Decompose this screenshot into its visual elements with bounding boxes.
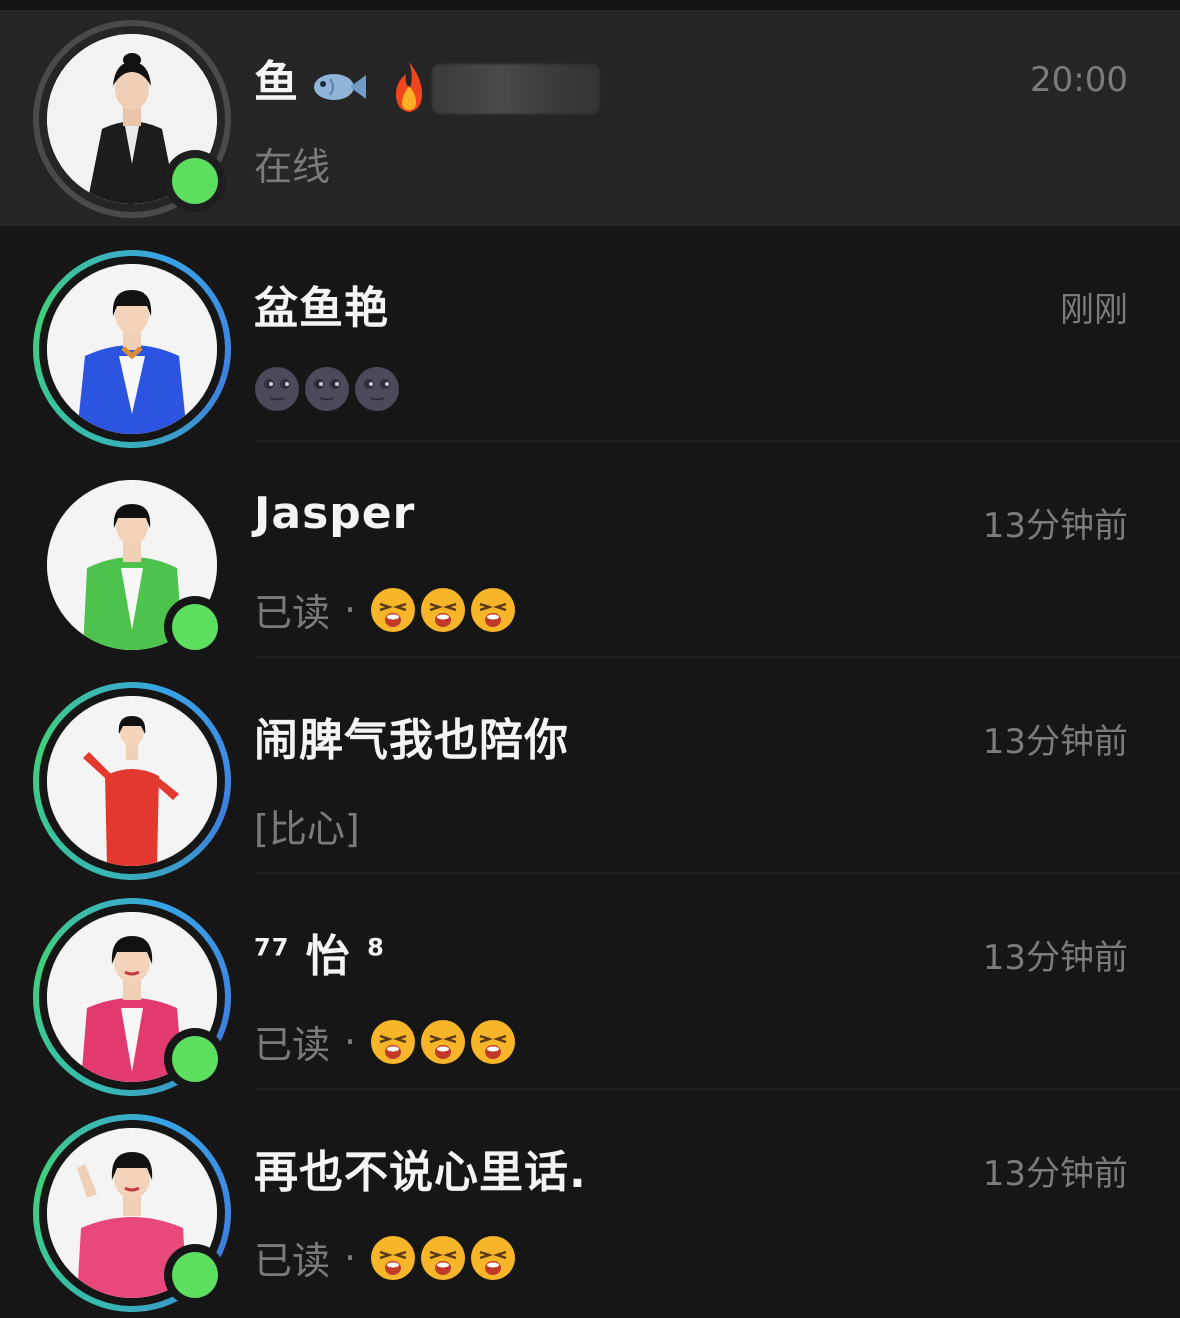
tired-face-emoji [371, 1019, 416, 1064]
tired-face-emoji [371, 587, 416, 632]
timestamp: 刚刚 [1060, 290, 1128, 330]
last-message: 已读 · [254, 1230, 520, 1285]
last-message [254, 366, 404, 412]
timestamp: 13分钟前 [982, 506, 1128, 546]
online-indicator [164, 1028, 226, 1090]
chat-row[interactable]: 盆鱼艳 刚刚 [0, 226, 1180, 448]
online-indicator [164, 1244, 226, 1306]
last-message: 在线 [254, 145, 331, 189]
fire-icon [396, 62, 422, 112]
read-status: 已读 [254, 591, 331, 635]
contact-name: 再也不说心里话. [254, 1147, 587, 1198]
chat-row[interactable]: 77 怡 8 13分钟前 已读 · [0, 874, 1180, 1096]
tired-face-emoji [421, 1235, 466, 1280]
timestamp: 13分钟前 [982, 722, 1128, 762]
new-moon-face-emoji [305, 367, 349, 411]
avatar[interactable] [33, 682, 231, 880]
name-superscript: 8 [367, 933, 385, 962]
tired-face-emoji [371, 1235, 416, 1280]
chat-list: 鱼 20:00 在线 盆鱼艳 刚刚 Jasper 13分钟前 已读 · 闹脾气我… [0, 10, 1180, 1312]
contact-name: 闹脾气我也陪你 [254, 715, 569, 766]
contact-name: 盆鱼艳 [254, 283, 389, 334]
tired-face-emoji [471, 587, 516, 632]
avatar[interactable] [33, 1114, 231, 1312]
tired-face-emoji [421, 1019, 466, 1064]
tired-face-emoji [471, 1235, 516, 1280]
avatar[interactable] [33, 466, 231, 664]
avatar[interactable] [33, 898, 231, 1096]
tired-face-emoji [471, 1019, 516, 1064]
online-indicator [164, 596, 226, 658]
timestamp: 13分钟前 [982, 1154, 1128, 1194]
top-strip [0, 0, 1180, 10]
chat-row[interactable]: Jasper 13分钟前 已读 · [0, 442, 1180, 664]
fish-icon [314, 74, 366, 100]
contact-name: 鱼 [254, 57, 299, 108]
read-status: 已读 [254, 1023, 331, 1067]
name-superscript: 77 [254, 933, 290, 962]
online-indicator [164, 150, 226, 212]
last-message: [比心] [254, 807, 360, 851]
contact-name: 77 怡 8 [254, 931, 385, 982]
chat-row[interactable]: 鱼 20:00 在线 [0, 10, 1180, 226]
timestamp: 20:00 [1030, 60, 1128, 100]
chat-row[interactable]: 闹脾气我也陪你 13分钟前 [比心] [0, 658, 1180, 880]
new-moon-face-emoji [355, 367, 399, 411]
tired-face-emoji [421, 587, 466, 632]
contact-name: Jasper [254, 488, 416, 539]
read-status: 已读 [254, 1239, 331, 1283]
avatar-photo [47, 264, 217, 434]
chat-row[interactable]: 再也不说心里话. 13分钟前 已读 · [0, 1090, 1180, 1312]
avatar[interactable] [33, 20, 231, 218]
avatar[interactable] [33, 250, 231, 448]
avatar-photo [47, 696, 217, 866]
last-message: 已读 · [254, 582, 520, 637]
last-message: 已读 · [254, 1014, 520, 1069]
new-moon-face-emoji [255, 367, 299, 411]
blurred-tag [432, 64, 600, 114]
timestamp: 13分钟前 [982, 938, 1128, 978]
